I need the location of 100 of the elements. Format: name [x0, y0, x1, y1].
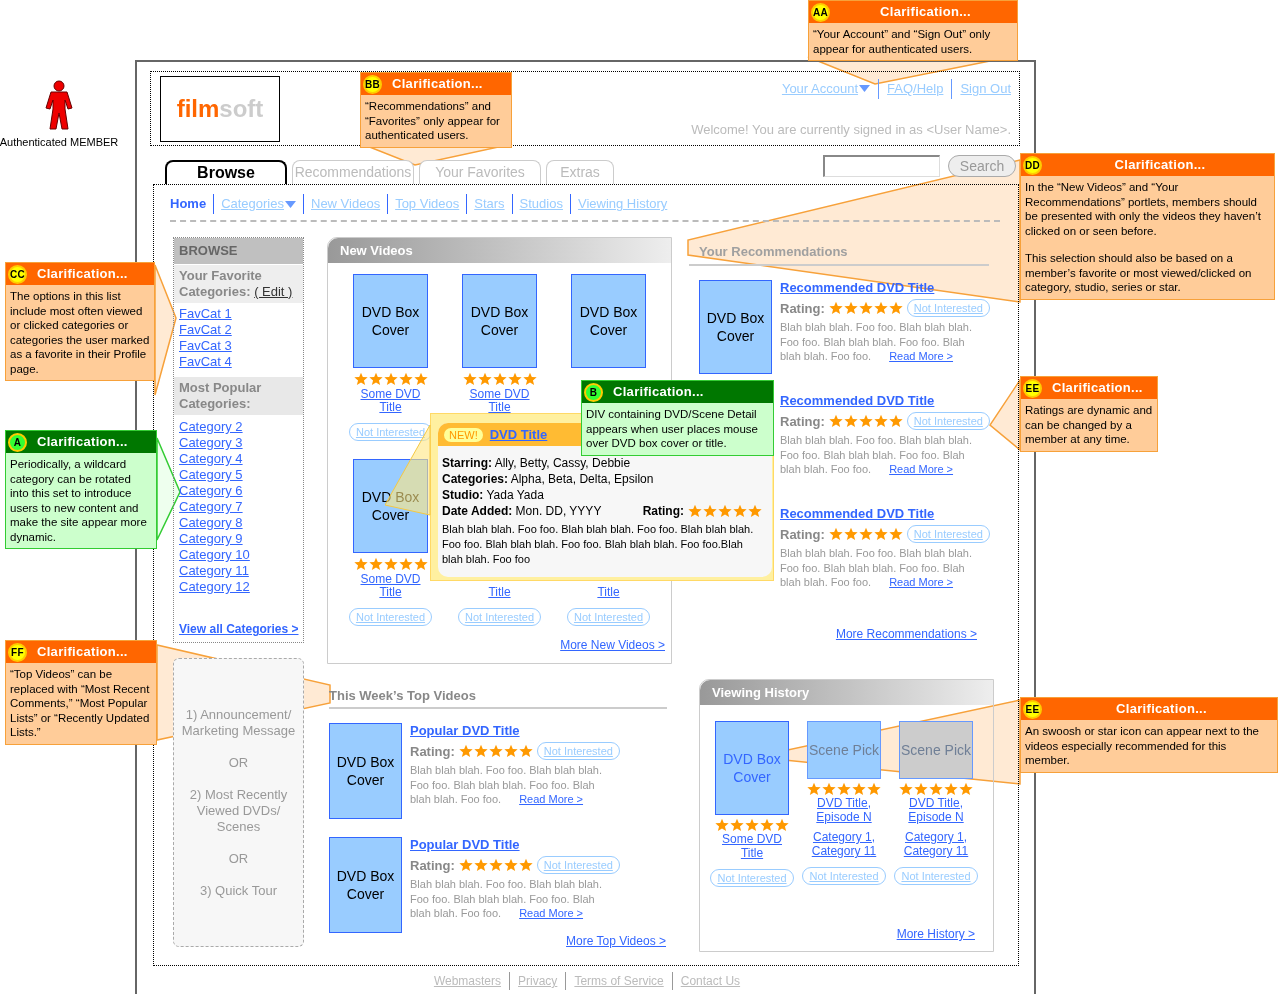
link[interactable]: FavCat 4	[179, 354, 232, 370]
new-badge: NEW!	[444, 427, 483, 442]
video-title-link[interactable]: Recommended DVD Title	[780, 392, 988, 409]
link[interactable]: Category 6	[179, 483, 243, 499]
rating-label: Rating:	[780, 412, 825, 431]
detail-text: Categories: Alpha, Beta, Delta, Epsilon	[442, 471, 655, 487]
callout-text: This selection should also be based on a member’s favorite or most viewed/clicked on category, studio, series or star.	[1025, 251, 1253, 295]
link[interactable]: FavCat 3	[179, 338, 232, 354]
link[interactable]: Category 4	[179, 451, 243, 467]
dvd-cover: DVD Box Cover	[329, 722, 402, 819]
link[interactable]: Category 3	[179, 435, 243, 451]
rating-label: Rating:	[642, 503, 684, 519]
link[interactable]: Category 7	[179, 499, 243, 515]
video-title-link[interactable]: DVD Title, Episode N	[896, 796, 976, 824]
edit-link[interactable]: ( Edit )	[254, 284, 293, 299]
callout-title: Clarification...	[612, 383, 705, 402]
link[interactable]: Category 10	[179, 547, 250, 563]
rating-label: Rating:	[780, 299, 825, 318]
link[interactable]: Category 9	[179, 531, 243, 547]
category-link[interactable]: Category 1, Category 11	[801, 830, 887, 858]
callout-title: Clarification...	[36, 265, 129, 284]
callout-title: Clarification...	[1113, 156, 1207, 175]
announcement-text: OR	[227, 755, 250, 771]
callout-text: “Top Videos” can be replaced with “Most Recent Comments,” “Most Popular Lists” or “Recently Updated Lists.”	[10, 667, 151, 740]
view-all-link[interactable]: View all Categories >	[179, 620, 299, 638]
callout-text: The options in this list include most often viewed or clicked categories or categories the user marked as a favorite in their Profile page.	[10, 289, 150, 376]
description: Blah blah blah. Foo foo. Blah blah blah. Foo foo. Blah blah blah. Foo foo. Blah blah blah. Foo foo. Read More >	[780, 433, 974, 477]
video-title-link[interactable]: Some DVD Title	[355, 573, 426, 599]
section-label: Your Favorite Categories: ( Edit )	[174, 264, 303, 303]
video-title-link[interactable]: Title	[464, 586, 535, 599]
dvd-cover: DVD Box Cover	[571, 274, 646, 368]
description: Blah blah blah. Foo foo. Blah blah blah. Foo foo. Blah blah blah. Foo foo. Blah blah blah. Foo foo. Read More >	[410, 877, 604, 921]
callout-title: Clarification...	[1115, 700, 1208, 719]
rating-label: Rating:	[780, 525, 825, 544]
link[interactable]: Category 8	[179, 515, 243, 531]
actor-label: Authenticated MEMBER	[0, 135, 119, 150]
more-link[interactable]: More History >	[896, 925, 975, 943]
callout-title: Clarification...	[879, 3, 972, 22]
panel-title: BROWSE	[174, 238, 303, 264]
badge: FF	[8, 642, 27, 662]
search-button[interactable]: Search	[948, 155, 1016, 177]
video-title-link[interactable]: Some DVD Title	[712, 832, 792, 860]
callout-title: Clarification...	[36, 433, 129, 452]
dvd-cover: DVD Box Cover	[329, 836, 402, 933]
video-title-link[interactable]: DVD Title, Episode N	[804, 796, 884, 824]
description: Blah blah blah. Foo foo. Blah blah blah. Foo foo. Blah blah blah. Foo foo. Blah blah blah. Foo foo. Read More >	[780, 320, 974, 364]
scene-thumbnail: Scene Pick	[899, 721, 973, 779]
portlet-title: New Videos	[328, 238, 671, 263]
video-title-link[interactable]: Title	[573, 586, 644, 599]
link[interactable]: FavCat 1	[179, 306, 232, 322]
detail-text: Date Added: Mon. DD, YYYY	[442, 503, 602, 519]
link[interactable]: Category 11	[179, 563, 249, 579]
announcement-text: 3) Quick Tour	[198, 883, 279, 899]
video-title-link[interactable]: Some DVD Title	[464, 388, 535, 414]
more-link[interactable]: More Top Videos >	[566, 932, 666, 950]
badge: DD	[1023, 155, 1042, 175]
video-title-link[interactable]: Popular DVD Title	[410, 836, 618, 853]
description: Blah blah blah. Foo foo. Blah blah blah. Foo foo. Blah blah blah. Foo foo. Blah blah blah. Foo foo. Read More >	[780, 546, 974, 590]
callout-text: An swoosh or star icon can appear next to the videos especially recommended for this member.	[1025, 724, 1260, 768]
welcome-message: Welcome! You are currently signed in as <User Name>.	[691, 121, 1011, 139]
rating-label: Rating:	[410, 742, 455, 761]
dvd-cover: DVD Box Cover	[462, 274, 537, 368]
read-more-link[interactable]: Read More >	[889, 463, 954, 475]
more-link[interactable]: More New Videos >	[560, 636, 665, 654]
read-more-link[interactable]: Read More >	[889, 576, 954, 588]
callout-text: In the “New Videos” and “Your Recommendations” portlets, members should be presented with only the videos they haven’t clicked on or seen before.	[1025, 180, 1262, 238]
video-title-link[interactable]: DVD Title	[489, 424, 548, 445]
tab[interactable]: Browse	[165, 160, 287, 184]
link[interactable]: FavCat 2	[179, 322, 232, 338]
link[interactable]: Category 12	[179, 579, 250, 595]
announcement-text: 1) Announcement/ Marketing Message	[180, 707, 297, 739]
callout-text: “Recommendations” and “Favorites” only appear for authenticated users.	[365, 99, 501, 143]
video-title-link[interactable]: Some DVD Title	[355, 388, 426, 414]
video-title-link[interactable]: Recommended DVD Title	[780, 505, 988, 522]
read-more-link[interactable]: Read More >	[519, 793, 584, 805]
scene-thumbnail: Scene Pick	[807, 721, 881, 779]
video-title-link[interactable]: Popular DVD Title	[410, 722, 618, 739]
nav-link[interactable]: Home	[170, 194, 207, 214]
callout-text: DIV containing DVD/Scene Detail appears when user places mouse over DVD box cover or title.	[586, 407, 759, 451]
portlet-title: Viewing History	[700, 680, 993, 705]
announcement-text: OR	[227, 851, 250, 867]
read-more-link[interactable]: Read More >	[889, 350, 954, 362]
callout-text: Periodically, a wildcard category can be rotated into this set to introduce users to new content and make the site appear more dynamic.	[10, 457, 148, 544]
callout-text: “Your Account” and “Sign Out” only appear for authenticated users.	[813, 27, 992, 56]
more-link[interactable]: More Recommendations >	[835, 625, 977, 643]
section-label: Most Popular Categories:	[174, 377, 303, 415]
dvd-cover: DVD Box Cover	[715, 721, 789, 815]
link[interactable]: Category 2	[179, 419, 243, 435]
category-link[interactable]: Category 1, Category 11	[893, 830, 979, 858]
detail-text: Starring: Ally, Betty, Cassy, Debbie	[442, 455, 632, 471]
callout-title: Clarification...	[36, 643, 129, 662]
read-more-link[interactable]: Read More >	[519, 907, 584, 919]
rating-label: Rating:	[410, 856, 455, 875]
link[interactable]: Category 5	[179, 467, 243, 483]
detail-text: Studio: Yada Yada	[442, 487, 545, 503]
announcement-text: 2) Most Recently Viewed DVDs/ Scenes	[188, 787, 289, 835]
badge: EE	[1023, 378, 1042, 398]
callout-text: Ratings are dynamic and can be changed by a member at any time.	[1025, 403, 1153, 447]
dvd-cover: DVD Box Cover	[353, 459, 428, 553]
description: Blah blah blah. Foo foo. Blah blah blah. Foo foo. Blah blah blah. Foo foo. Blah blah blah. Foo foo. Read More >	[410, 763, 604, 807]
